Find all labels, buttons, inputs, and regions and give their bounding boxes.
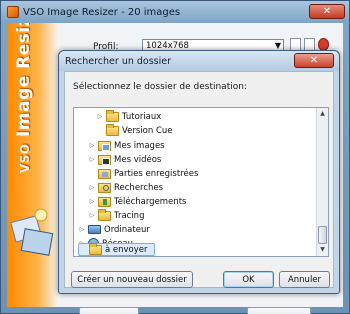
folder-icon — [98, 208, 111, 221]
dialog-body: Sélectionnez le dossier de destination: … — [64, 71, 334, 288]
expand-arrow-icon[interactable]: ▷ — [88, 212, 96, 219]
expand-arrow-icon[interactable]: ▷ — [78, 226, 86, 233]
app-bottom-button-left[interactable] — [79, 307, 139, 314]
ok-button[interactable]: OK — [223, 271, 274, 288]
tree-item-parties-enregistrees[interactable]: Parties enregistrées — [88, 167, 198, 180]
brand-logo: VSO Image Resizer — [14, 23, 34, 173]
tree-item-label: Recherches — [114, 182, 164, 193]
scroll-down-icon[interactable]: ▼ — [318, 245, 327, 255]
brand-sidebar: VSO Image Resizer — [7, 23, 59, 307]
tree-item-telechargements[interactable]: ▷ Téléchargements — [88, 195, 186, 208]
dialog-close-button[interactable]: ✕ — [294, 53, 334, 68]
tree-item-tutoriaux[interactable]: ▷ Tutoriaux — [96, 109, 162, 123]
app-logo-icon — [7, 6, 19, 18]
dialog-titlebar: Rechercher un dossier ✕ — [59, 51, 339, 71]
downloads-folder-icon — [98, 196, 111, 207]
tree-item-label: Tutoriaux — [122, 111, 162, 122]
expand-arrow-icon[interactable]: ▷ — [96, 113, 104, 120]
expand-arrow-icon[interactable]: ▷ — [88, 198, 96, 205]
expand-arrow-icon[interactable]: ▷ — [88, 156, 96, 163]
tree-item-mes-images[interactable]: ▷ Mes images — [88, 139, 165, 152]
brand-illustration-icon — [11, 208, 54, 256]
scroll-up-icon[interactable]: ▲ — [318, 109, 327, 119]
expand-arrow-icon[interactable]: ▷ — [88, 184, 96, 191]
tree-item-ordinateur[interactable]: ▷ Ordinateur — [78, 223, 150, 236]
new-folder-button[interactable]: Créer un nouveau dossier — [71, 271, 193, 288]
tree-item-label: Tracing — [114, 210, 145, 221]
tree-item-label: Parties enregistrées — [114, 168, 199, 179]
tree-item-label: Version Cue — [122, 125, 173, 136]
searches-folder-icon — [98, 182, 111, 193]
app-titlebar: VSO Image Resizer - 20 images ✕ — [1, 1, 349, 23]
folder-icon — [106, 109, 119, 122]
app-bottom-button-right[interactable] — [247, 307, 311, 314]
browse-folder-dialog: Rechercher un dossier ✕ Sélectionnez le … — [58, 50, 340, 294]
tree-item-label: Mes images — [114, 140, 165, 151]
tree-scrollbar[interactable]: ▲ ▼ — [316, 108, 328, 256]
pictures-folder-icon — [98, 140, 111, 151]
tree-item-mes-videos[interactable]: ▷ Mes vidéos — [88, 153, 161, 166]
computer-icon — [88, 225, 101, 234]
dialog-instruction: Sélectionnez le dossier de destination: — [73, 82, 247, 92]
tree-item-tracing[interactable]: ▷ Tracing — [88, 208, 145, 222]
tree-item-label: Mes vidéos — [114, 154, 162, 165]
brand-name-text: Image Resizer — [14, 23, 34, 137]
folder-tree[interactable]: ▷ Tutoriaux Version Cue ▷ Mes images ▷ M… — [73, 107, 329, 257]
tree-item-label: Ordinateur — [104, 224, 150, 235]
saved-games-folder-icon — [98, 168, 111, 179]
tree-item-label: Téléchargements — [114, 196, 187, 207]
app-title: VSO Image Resizer - 20 images — [23, 6, 181, 18]
videos-folder-icon — [98, 154, 111, 165]
folder-icon — [106, 123, 119, 136]
tree-item-a-envoyer[interactable]: à envoyer — [78, 242, 155, 256]
expand-arrow-icon[interactable]: ▷ — [88, 142, 96, 149]
cancel-button[interactable]: Annuler — [279, 271, 330, 288]
brand-vso-text: VSO — [18, 143, 32, 173]
tree-item-recherches[interactable]: ▷ Recherches — [88, 181, 163, 194]
folder-icon — [89, 242, 102, 255]
tree-item-label: à envoyer — [105, 244, 148, 255]
tree-item-version-cue[interactable]: Version Cue — [96, 123, 173, 137]
scroll-thumb[interactable] — [318, 226, 327, 244]
dialog-title: Rechercher un dossier — [65, 55, 172, 67]
app-close-button[interactable]: ✕ — [309, 4, 345, 19]
